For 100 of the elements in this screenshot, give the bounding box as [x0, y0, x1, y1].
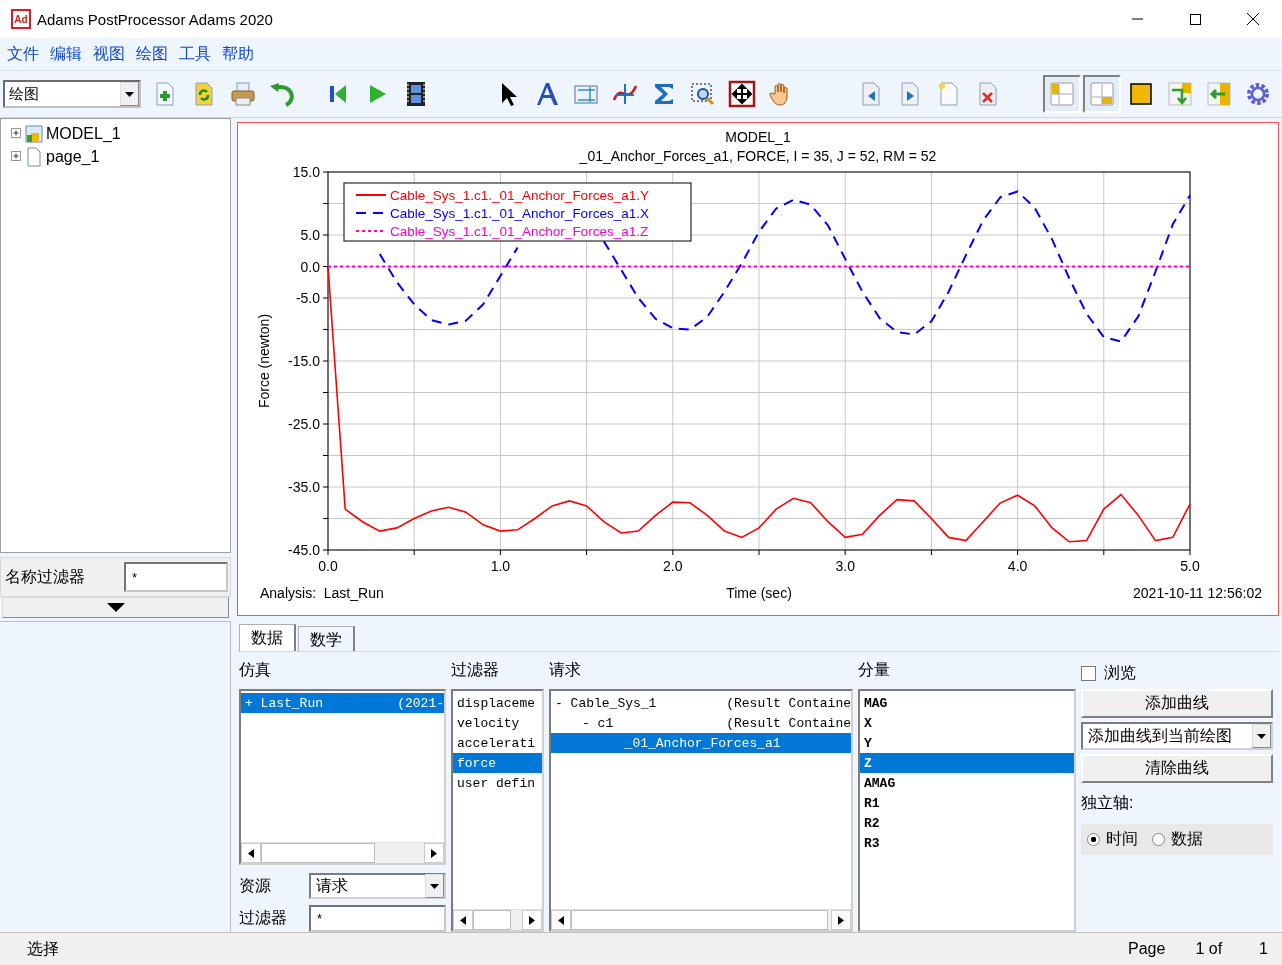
browse-checkbox[interactable]	[1081, 666, 1096, 681]
name-filter-field[interactable]: *	[124, 562, 228, 592]
y-tick-label: -35.0	[288, 479, 320, 495]
name-filter-label: 名称过滤器	[5, 566, 85, 587]
print-icon[interactable]	[229, 80, 257, 108]
left-arrow-icon[interactable]	[248, 848, 254, 858]
list-item[interactable]: velocity	[453, 713, 542, 733]
list-item[interactable]: Z	[860, 753, 1074, 773]
model-icon	[24, 123, 44, 144]
menu-item[interactable]: 帮助	[222, 43, 254, 65]
browse-label: 浏览	[1104, 663, 1136, 683]
y-tick-label: 0.0	[300, 258, 320, 275]
clear-curves-button[interactable]: 清除曲线	[1081, 754, 1273, 783]
list-item[interactable]: R3	[860, 833, 1074, 853]
legend-label: Cable_Sys_1.c1._01_Anchor_Forces_a1.Y	[390, 188, 649, 203]
left-arrow-icon[interactable]	[460, 915, 466, 925]
legend-label: Cable_Sys_1.c1._01_Anchor_Forces_a1.X	[390, 206, 649, 221]
radio-label: 数据	[1171, 829, 1203, 849]
y-tick-label: -15.0	[288, 353, 320, 369]
horizontal-scrollbar[interactable]	[551, 909, 851, 930]
column-heading: 过滤器	[451, 660, 500, 680]
list-item[interactable]: displaceme	[453, 693, 542, 713]
x-tick-label: 1.0	[490, 558, 511, 574]
expand-icon[interactable]	[11, 128, 22, 139]
radio-button[interactable]	[1087, 833, 1100, 846]
x-tick-label: 3.0	[835, 558, 855, 574]
analysis-label: Analysis: Last_Run	[260, 585, 384, 601]
list-item[interactable]: R2	[860, 813, 1074, 833]
list-item[interactable]: _01_Anchor_Forces_a1	[551, 733, 851, 753]
legend-line	[355, 194, 387, 196]
minimize-icon[interactable]	[1131, 18, 1143, 20]
page-label: Page	[1128, 940, 1166, 958]
y-tick-label: -5.0	[295, 290, 320, 306]
left-arrow-icon[interactable]	[558, 915, 564, 925]
list-item[interactable]: - c1 (Result Containe	[551, 713, 851, 733]
list-item[interactable]: MAG	[860, 693, 1074, 713]
tree-item[interactable]: page_1	[46, 147, 100, 166]
collapse-panel-button[interactable]	[2, 597, 229, 618]
menu-item[interactable]: 编辑	[50, 43, 82, 65]
x-axis-label: Time (sec)	[726, 585, 792, 601]
x-tick-label: 0.0	[318, 558, 338, 574]
y-tick-label: -45.0	[288, 542, 320, 558]
timestamp: 2021-10-11 12:56:02	[1133, 585, 1262, 601]
square-icon[interactable]	[1127, 80, 1155, 108]
plot-mode-select[interactable]: 绘图	[3, 80, 141, 108]
zoom-icon[interactable]	[689, 80, 717, 108]
fit-icon[interactable]	[728, 80, 756, 108]
list-item[interactable]: accelerati	[453, 733, 542, 753]
radio-button[interactable]	[1152, 833, 1165, 846]
radio-label: 时间	[1106, 829, 1138, 849]
column-heading: 仿真	[239, 660, 272, 680]
filter-field[interactable]: *	[309, 905, 446, 932]
y-tick-label: -25.0	[288, 416, 320, 432]
undo-icon[interactable]	[268, 80, 296, 108]
tab[interactable]: 数学	[298, 626, 355, 651]
window-title: Adams PostProcessor Adams 2020	[37, 10, 274, 28]
y-tick-label: 15.0	[292, 164, 320, 180]
legend-label: Cable_Sys_1.c1._01_Anchor_Forces_a1.Z	[390, 224, 649, 239]
x-tick-label: 5.0	[1180, 558, 1200, 574]
independent-axis-label: 独立轴:	[1081, 793, 1135, 813]
list-item[interactable]: - Cable_Sys_1 (Result Containe	[551, 693, 851, 713]
menu-item[interactable]: 视图	[93, 43, 125, 65]
source-select[interactable]: 请求	[309, 873, 446, 899]
swap-icon[interactable]	[1166, 80, 1194, 108]
column-heading: 分量	[858, 660, 891, 680]
menu-item[interactable]: 文件	[7, 43, 39, 65]
settings-icon[interactable]	[1244, 80, 1272, 108]
tree-item[interactable]: MODEL_1	[46, 124, 121, 143]
caret-icon	[1257, 733, 1266, 739]
tab[interactable]: 数据	[239, 624, 296, 651]
page-indicator: 1 of	[1195, 940, 1223, 958]
caret-icon	[430, 883, 439, 889]
list-item[interactable]: user defin	[453, 773, 542, 793]
x-tick-label: 4.0	[1007, 558, 1028, 574]
menu-item[interactable]: 绘图	[136, 43, 168, 65]
down-triangle-icon	[106, 603, 125, 612]
page-count: 1	[1259, 940, 1268, 958]
list-item[interactable]: X	[860, 713, 1074, 733]
list-item[interactable]: force	[453, 753, 542, 773]
list-item[interactable]: + Last_Run (2021-	[241, 693, 444, 713]
right-arrow-icon[interactable]	[838, 915, 844, 925]
source-label: 资源	[239, 875, 271, 896]
expand-icon[interactable]	[11, 151, 22, 162]
chart-title: MODEL_1	[725, 129, 791, 145]
list-item[interactable]: R1	[860, 793, 1074, 813]
right-arrow-icon[interactable]	[431, 848, 437, 858]
list-item[interactable]: Y	[860, 733, 1074, 753]
maximize-icon[interactable]	[1189, 13, 1201, 25]
add-curve-button[interactable]: 添加曲线	[1081, 689, 1273, 718]
menu-item[interactable]: 工具	[179, 43, 211, 65]
add-mode-select[interactable]: 添加曲线到当前绘图	[1081, 722, 1273, 750]
horizontal-scrollbar[interactable]	[241, 842, 444, 863]
list-item[interactable]: AMAG	[860, 773, 1074, 793]
close-icon[interactable]	[1247, 13, 1259, 25]
page-icon	[24, 146, 44, 167]
caret-icon	[125, 91, 134, 97]
right-arrow-icon[interactable]	[529, 915, 535, 925]
y-tick-label: 5.0	[300, 227, 320, 243]
horizontal-scrollbar[interactable]	[453, 909, 542, 930]
app-icon: Ad	[11, 9, 31, 29]
